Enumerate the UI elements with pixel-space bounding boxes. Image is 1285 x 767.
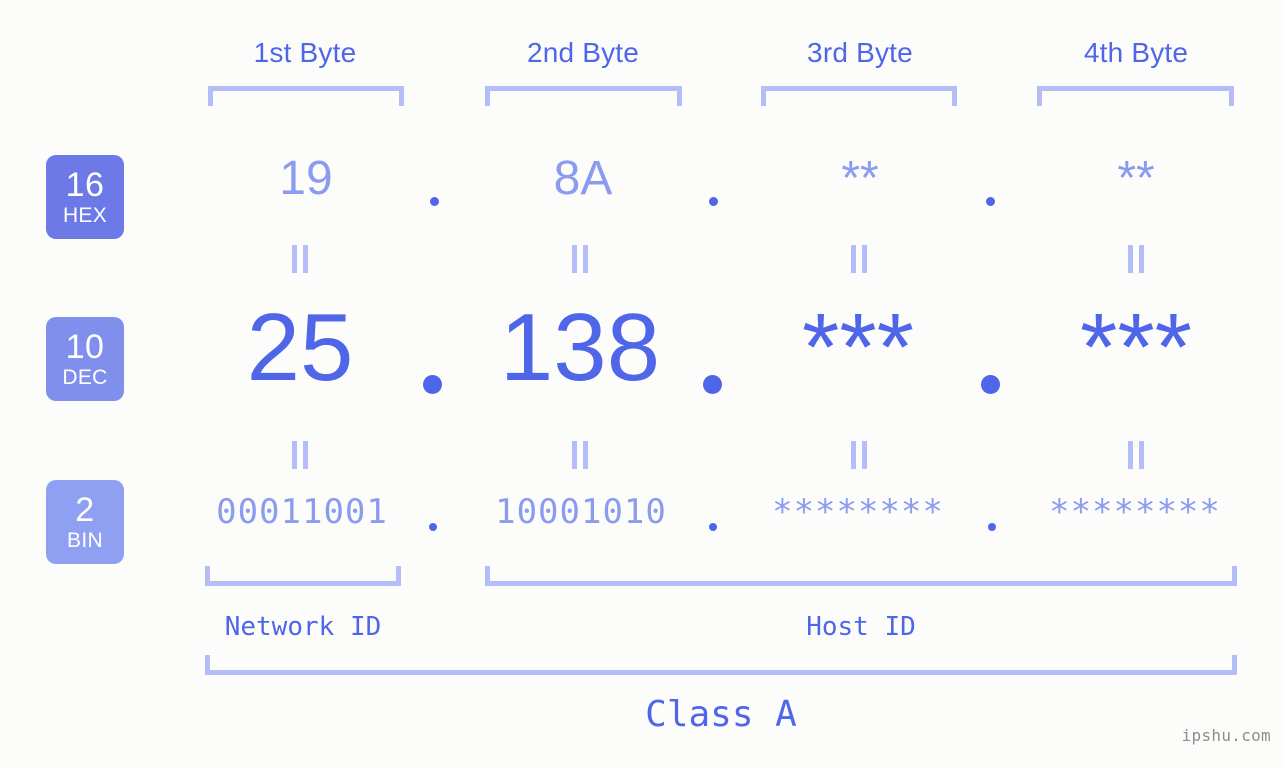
byte-bracket-top-2 [485,86,682,106]
bin-byte-2: 10001010 [495,492,667,532]
base-badge-bin: 2 BIN [46,480,124,564]
hex-dot-1 [430,197,439,206]
hex-dot-3 [986,197,995,206]
hex-dot-2 [709,197,718,206]
equals-mark-dec-bin-4 [1128,441,1144,469]
class-label: Class A [645,694,797,735]
byte-header-2: 2nd Byte [526,37,640,68]
bin-dot-1 [429,523,437,531]
hex-byte-3: ** [841,152,879,205]
equals-mark-hex-dec-1 [292,245,308,273]
dec-byte-2: 138 [499,294,661,401]
byte-bracket-top-3 [761,86,957,106]
base-badge-hex-label: HEX [62,204,108,227]
bin-byte-3: ******** [772,492,944,532]
equals-mark-hex-dec-3 [851,245,867,273]
dec-dot-3 [981,375,1000,394]
dec-dot-2 [703,375,722,394]
byte-header-1: 1st Byte [253,37,357,68]
dec-byte-3: *** [801,294,915,401]
equals-mark-dec-bin-2 [572,441,588,469]
bin-byte-4: ******** [1049,492,1221,532]
bin-dot-2 [709,523,717,531]
base-badge-dec: 10 DEC [46,317,124,401]
network-id-bracket [205,566,401,586]
base-badge-bin-number: 2 [75,491,95,529]
hex-byte-2: 8A [553,152,613,205]
dec-byte-1: 25 [246,294,354,401]
host-id-bracket [485,566,1237,586]
byte-header-4: 4th Byte [1083,37,1189,68]
bin-dot-3 [988,523,996,531]
dec-byte-4: *** [1079,294,1193,401]
ip-address-breakdown-diagram: 1st Byte 2nd Byte 3rd Byte 4th Byte 16 H… [0,0,1285,767]
equals-mark-dec-bin-3 [851,441,867,469]
class-bracket [205,655,1237,675]
site-watermark: ipshu.com [1181,726,1271,745]
equals-mark-hex-dec-4 [1128,245,1144,273]
dec-dot-1 [423,375,442,394]
byte-bracket-top-1 [208,86,404,106]
network-id-label: Network ID [224,612,382,642]
base-badge-dec-number: 10 [65,328,105,366]
bin-byte-1: 00011001 [216,492,388,532]
equals-mark-hex-dec-2 [572,245,588,273]
base-badge-dec-label: DEC [62,366,108,389]
byte-header-3: 3rd Byte [807,37,913,68]
byte-bracket-top-4 [1037,86,1234,106]
equals-mark-dec-bin-1 [292,441,308,469]
hex-byte-4: ** [1117,152,1155,205]
base-badge-hex: 16 HEX [46,155,124,239]
hex-byte-1: 19 [279,152,333,205]
base-badge-bin-label: BIN [67,529,103,552]
host-id-label: Host ID [806,612,916,642]
base-badge-hex-number: 16 [65,166,105,204]
